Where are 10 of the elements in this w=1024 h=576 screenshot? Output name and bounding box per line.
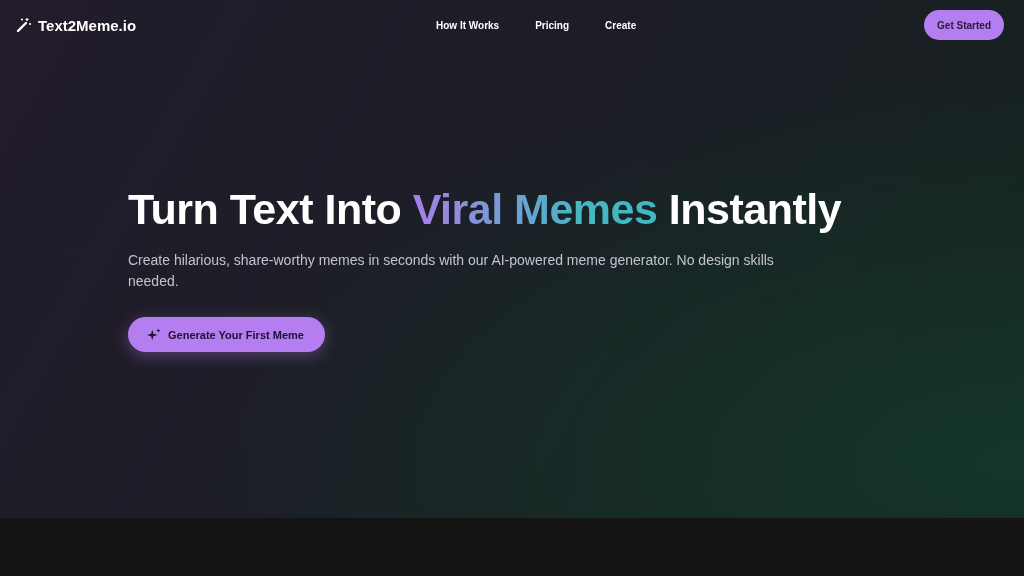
brand-name[interactable]: Text2Meme.io [38, 16, 137, 34]
sparkle-icon [147, 327, 161, 342]
hero-heading: Turn Text Into Viral Memes Instantly [128, 185, 842, 234]
nav-link[interactable]: How It Works [436, 19, 500, 31]
hero-subtitle: Create hilarious, share-worthy memes in seconds with our AI-powered meme generator. No design skills needed. [128, 251, 775, 291]
nav-link[interactable]: Pricing [535, 19, 570, 31]
generate-meme-button[interactable]: Generate Your First Meme [128, 317, 325, 352]
nav-link[interactable]: Create [605, 19, 637, 31]
get-started-button[interactable]: Get Started [924, 10, 1004, 40]
magic-wand-icon [16, 17, 32, 33]
